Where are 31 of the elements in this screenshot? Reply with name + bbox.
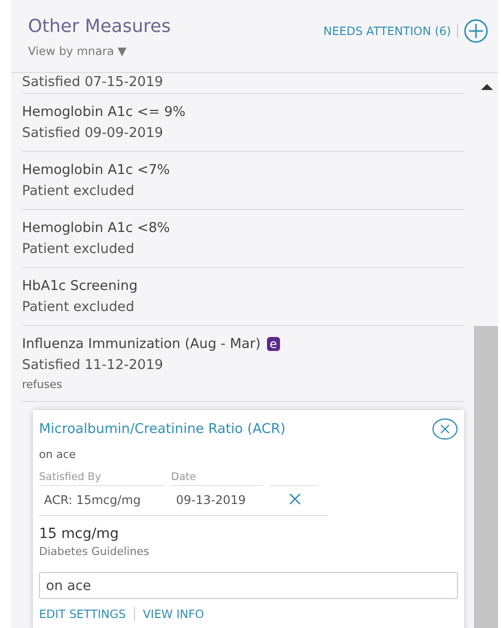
panel-title: Other Measures [28,16,171,37]
close-icon[interactable] [432,418,458,440]
measure-status: Patient excluded [22,183,136,199]
measure-note: refuses [22,378,64,391]
measure-status: Satisfied 09-09-2019 [22,125,164,141]
table-cell-text: 09-13-2019 [175,492,247,509]
view-by-dropdown[interactable]: View by mnara ▼ [28,44,171,58]
scrollbar-thumb[interactable] [474,326,498,628]
add-icon[interactable] [464,19,488,43]
card-link[interactable]: VIEW INFO [142,607,204,621]
card-link[interactable]: EDIT SETTINGS [39,607,126,621]
measure-status: Patient excluded [22,241,136,257]
comment-field[interactable]: on ace [39,572,458,599]
measure-name[interactable]: Hemoglobin A1c <8% [22,220,170,236]
detail-title[interactable]: Microalbumin/Creatinine Ratio (ACR) [39,421,286,437]
detail-note: on ace [39,448,77,461]
measure-status: Satisfied 07-15-2019 [22,74,164,90]
measure-name[interactable]: HbA1c Screening [22,278,138,294]
measure-name[interactable]: Influenza Immunization (Aug - Mar) [22,336,261,352]
column-header: Satisfied By [39,471,164,486]
scroll-up-icon[interactable] [481,83,493,91]
e-badge: e [266,337,280,351]
measure-name[interactable]: Hemoglobin A1c <= 9% [22,104,186,120]
measure-status: Patient excluded [22,299,136,315]
remove-icon[interactable] [289,493,301,505]
column-header: Date [171,471,263,486]
guideline-source: Diabetes Guidelines [39,545,150,558]
measure-name[interactable]: Hemoglobin A1c <7% [22,162,170,178]
measure-value: 15 mcg/mg [39,526,120,542]
measure-status: Satisfied 11-12-2019 [22,357,164,373]
table-cell-text: ACR: 15mcg/mg [43,492,142,509]
